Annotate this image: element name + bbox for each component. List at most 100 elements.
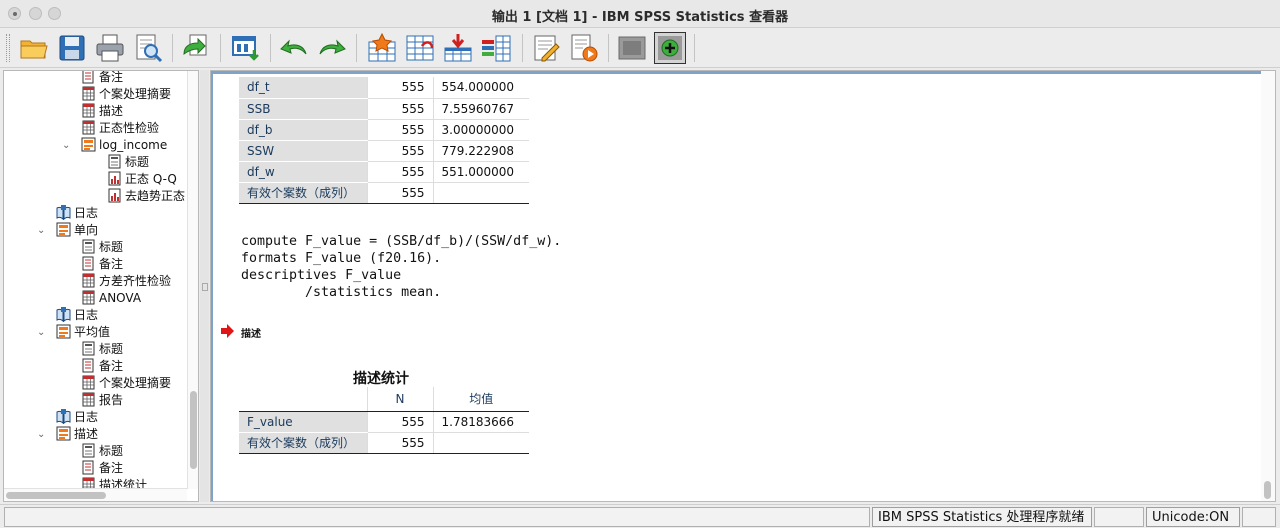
edit-output-button[interactable] [530, 32, 562, 64]
outline-pane[interactable]: 备注 个案处理摘要 描述 正态性检验 log_income ⌄ 标题 正态 Q-Q 去趋势正态日… [3, 70, 199, 502]
syntax-line: formats F_value (f20.16). [241, 251, 442, 266]
upper-statistics-table[interactable]: df_t 555 554.000000 SSB 555 7.55960767 df_b 555… [239, 77, 529, 204]
show-button[interactable] [654, 32, 686, 64]
outline-item[interactable]: 标题 [81, 443, 123, 460]
content-vertical-scroll-thumb[interactable] [1264, 481, 1271, 499]
print-preview-button[interactable] [132, 32, 164, 64]
notes-icon [81, 256, 96, 271]
undo-button[interactable] [278, 32, 310, 64]
outline-item[interactable]: ANOVA [81, 290, 141, 307]
outline-item-label: 日志 [74, 206, 99, 220]
chevron-down-icon[interactable]: ⌄ [37, 222, 45, 239]
syntax-log[interactable]: compute F_value = (SSB/df_b)/(SSW/df_w).… [241, 233, 561, 301]
outline-item[interactable]: 方差齐性检验 [81, 273, 171, 290]
toolbar-grip[interactable] [6, 34, 10, 62]
outline-item[interactable]: log_income [81, 137, 167, 154]
current-item-arrow-icon [221, 324, 234, 338]
outline-item-label: 标题 [99, 342, 124, 356]
outline-horizontal-scroll-thumb[interactable] [6, 492, 106, 499]
goto-data-button[interactable] [366, 32, 398, 64]
outline-vertical-scroll-thumb[interactable] [190, 391, 197, 469]
export-button[interactable] [180, 32, 212, 64]
descriptive-statistics-table[interactable]: N 均值 F_value 555 1.78183666 有效个案数（成列） 555 [239, 387, 529, 454]
folder-icon [56, 426, 71, 441]
chevron-down-icon[interactable]: ⌄ [37, 426, 45, 443]
outline-item-label: 方差齐性检验 [99, 274, 172, 288]
outline-horizontal-scrollbar[interactable] [4, 488, 187, 501]
header-n: N [366, 387, 433, 412]
syntax-line: compute F_value = (SSB/df_b)/(SSW/df_w). [241, 234, 562, 249]
outline-item[interactable]: 个案处理摘要 [81, 375, 171, 392]
outline-item[interactable]: 标题 [107, 154, 149, 171]
outline-item[interactable]: 标题 [81, 341, 123, 358]
outline-item[interactable]: 平均值 [56, 324, 110, 341]
hide-button[interactable] [616, 32, 648, 64]
outline-item[interactable]: 备注 [81, 71, 123, 86]
content-vertical-scrollbar[interactable] [1261, 71, 1275, 501]
outline-item[interactable]: 描述 [56, 426, 98, 443]
outline-item[interactable]: 单向 [56, 222, 98, 239]
outline-item[interactable]: 备注 [81, 460, 123, 477]
status-empty-cell [1242, 507, 1276, 527]
log-icon [56, 307, 71, 323]
toolbar [0, 28, 1280, 68]
table-icon [81, 86, 96, 101]
n-cell: 555 [366, 77, 433, 99]
outline-item[interactable]: 日志 [56, 307, 98, 324]
outline-item[interactable]: 备注 [81, 358, 123, 375]
redo-button[interactable] [316, 32, 348, 64]
chevron-down-icon[interactable]: ⌄ [37, 324, 45, 341]
save-button[interactable] [56, 32, 88, 64]
outline-item-label: 个案处理摘要 [99, 376, 172, 390]
run-script-icon [571, 34, 598, 62]
row-label: 有效个案数（成列） [239, 182, 367, 204]
row-label: SSB [239, 98, 367, 120]
variables-button[interactable] [480, 32, 512, 64]
value-cell: 3.00000000 [432, 119, 529, 141]
outline-item-label: 日志 [74, 308, 99, 322]
outline-item[interactable]: 正态 Q-Q [107, 171, 177, 188]
log-icon [56, 409, 71, 425]
chevron-down-icon[interactable]: ⌄ [62, 137, 70, 154]
title-icon [81, 341, 96, 356]
print-button[interactable] [94, 32, 126, 64]
outline-item[interactable]: 描述 [81, 103, 123, 120]
outline-item-label: log_income [99, 138, 168, 152]
section-heading[interactable]: 描述 [241, 325, 261, 340]
recall-dialog-button[interactable] [230, 32, 262, 64]
table-row: SSW 555 779.222908 [239, 140, 529, 162]
outline-item[interactable]: 标题 [81, 239, 123, 256]
outline-item[interactable]: 去趋势正态 [107, 188, 185, 205]
pane-splitter[interactable] [200, 70, 209, 502]
outline-item[interactable]: 日志 [56, 205, 98, 222]
goto-case-button[interactable] [404, 32, 436, 64]
outline-item[interactable]: 日志 [56, 409, 98, 426]
outline-item-label: 单向 [74, 223, 99, 237]
outline-item-label: 报告 [99, 393, 124, 407]
outline-item-label: 标题 [125, 155, 150, 169]
selection-frame-left [211, 71, 213, 501]
folder-icon [81, 137, 96, 152]
table-header-row: N 均值 [239, 387, 529, 412]
title-icon [81, 239, 96, 254]
print-preview-icon [136, 34, 163, 63]
n-cell: 555 [366, 411, 433, 433]
insert-variable-button[interactable] [442, 32, 474, 64]
header-mean: 均值 [432, 387, 529, 412]
run-script-button[interactable] [568, 32, 600, 64]
folder-icon [56, 222, 71, 237]
status-empty-cell [1094, 507, 1144, 527]
outline-item[interactable]: 备注 [81, 256, 123, 273]
table-row: df_t 555 554.000000 [239, 77, 529, 99]
outline-item-label: 描述 [74, 427, 99, 441]
outline-item[interactable]: 正态性检验 [81, 120, 159, 137]
open-button[interactable] [18, 32, 50, 64]
outline-item-label: ANOVA [99, 291, 142, 305]
outline-item[interactable]: 报告 [81, 392, 123, 409]
n-cell: 555 [366, 119, 433, 141]
desc-table-title[interactable]: 描述统计 [241, 368, 521, 388]
output-content-pane[interactable]: df_t 555 554.000000 SSB 555 7.55960767 df_b 555… [210, 70, 1276, 502]
outline-item[interactable]: 个案处理摘要 [81, 86, 171, 103]
selection-frame-top [211, 71, 1273, 74]
outline-vertical-scrollbar[interactable] [187, 71, 198, 489]
